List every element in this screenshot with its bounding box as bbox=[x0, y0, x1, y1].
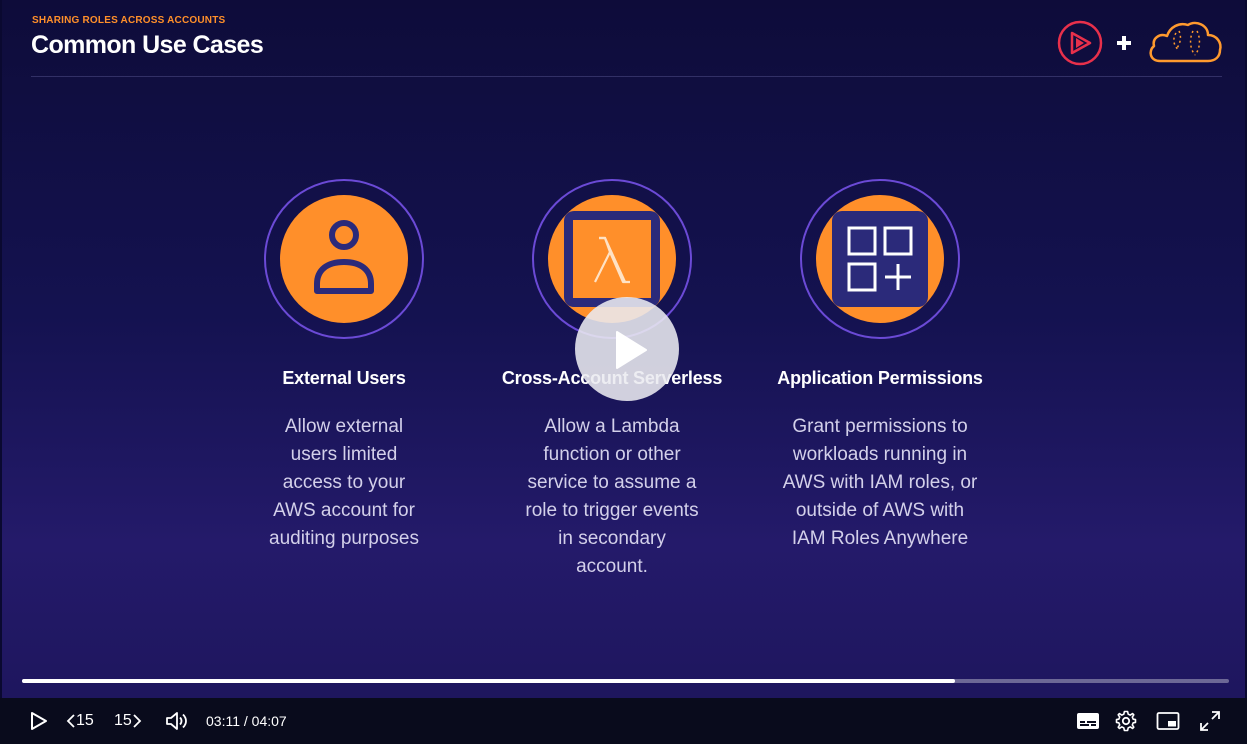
slide-canvas: SHARING ROLES ACROSS ACCOUNTS Common Use… bbox=[2, 0, 1245, 698]
card-title: Application Permissions bbox=[777, 368, 983, 388]
card-description: Allow a Lambda function or other service… bbox=[525, 416, 699, 577]
play-icon bbox=[616, 331, 647, 369]
user-icon bbox=[264, 179, 424, 339]
play-button[interactable] bbox=[27, 698, 49, 744]
fullscreen-button[interactable] bbox=[1198, 698, 1222, 744]
skip-back-label: 15 bbox=[76, 712, 94, 729]
skip-back-button[interactable]: 15 bbox=[66, 698, 94, 744]
video-player[interactable]: SHARING ROLES ACROSS ACCOUNTS Common Use… bbox=[0, 0, 1247, 744]
chevron-right-icon bbox=[133, 714, 142, 728]
skip-forward-button[interactable]: 15 bbox=[114, 698, 142, 744]
chevron-left-icon bbox=[66, 714, 75, 728]
slide-title: Common Use Cases bbox=[31, 31, 264, 59]
pluralsight-logo-icon bbox=[1057, 20, 1103, 66]
progress-fill bbox=[22, 679, 955, 683]
gear-icon bbox=[1115, 710, 1137, 732]
time-display: 03:11 / 04:07 bbox=[206, 698, 287, 744]
captions-button[interactable] bbox=[1076, 698, 1100, 744]
play-icon bbox=[31, 712, 47, 730]
card-title: External Users bbox=[282, 368, 406, 388]
applications-grid-icon bbox=[800, 179, 960, 339]
volume-button[interactable] bbox=[164, 698, 190, 744]
control-bar: 15 15 03:11 / 04:07 bbox=[0, 698, 1247, 744]
picture-in-picture-icon bbox=[1156, 712, 1180, 730]
picture-in-picture-button[interactable] bbox=[1156, 698, 1180, 744]
card-description: Grant permissions to workloads running i… bbox=[782, 416, 978, 549]
fullscreen-icon bbox=[1200, 711, 1220, 731]
time-separator: / bbox=[240, 713, 252, 729]
use-case-card-application-permissions: Application Permissions Grant permission… bbox=[750, 178, 1010, 553]
skip-forward-label: 15 bbox=[114, 712, 132, 729]
header-divider bbox=[31, 76, 1222, 77]
settings-button[interactable] bbox=[1114, 698, 1138, 744]
current-time: 03:11 bbox=[206, 713, 240, 729]
plus-icon bbox=[1117, 36, 1131, 50]
section-label: SHARING ROLES ACROSS ACCOUNTS bbox=[32, 15, 226, 26]
center-play-button[interactable] bbox=[575, 297, 679, 401]
cloud-logo-icon bbox=[1149, 21, 1222, 63]
progress-bar[interactable] bbox=[22, 679, 1229, 683]
use-case-card-external-users: External Users Allow external users limi… bbox=[214, 178, 474, 553]
duration: 04:07 bbox=[251, 713, 287, 729]
volume-icon bbox=[166, 712, 187, 730]
captions-icon bbox=[1077, 713, 1099, 729]
card-description: Allow external users limited access to y… bbox=[269, 416, 419, 549]
